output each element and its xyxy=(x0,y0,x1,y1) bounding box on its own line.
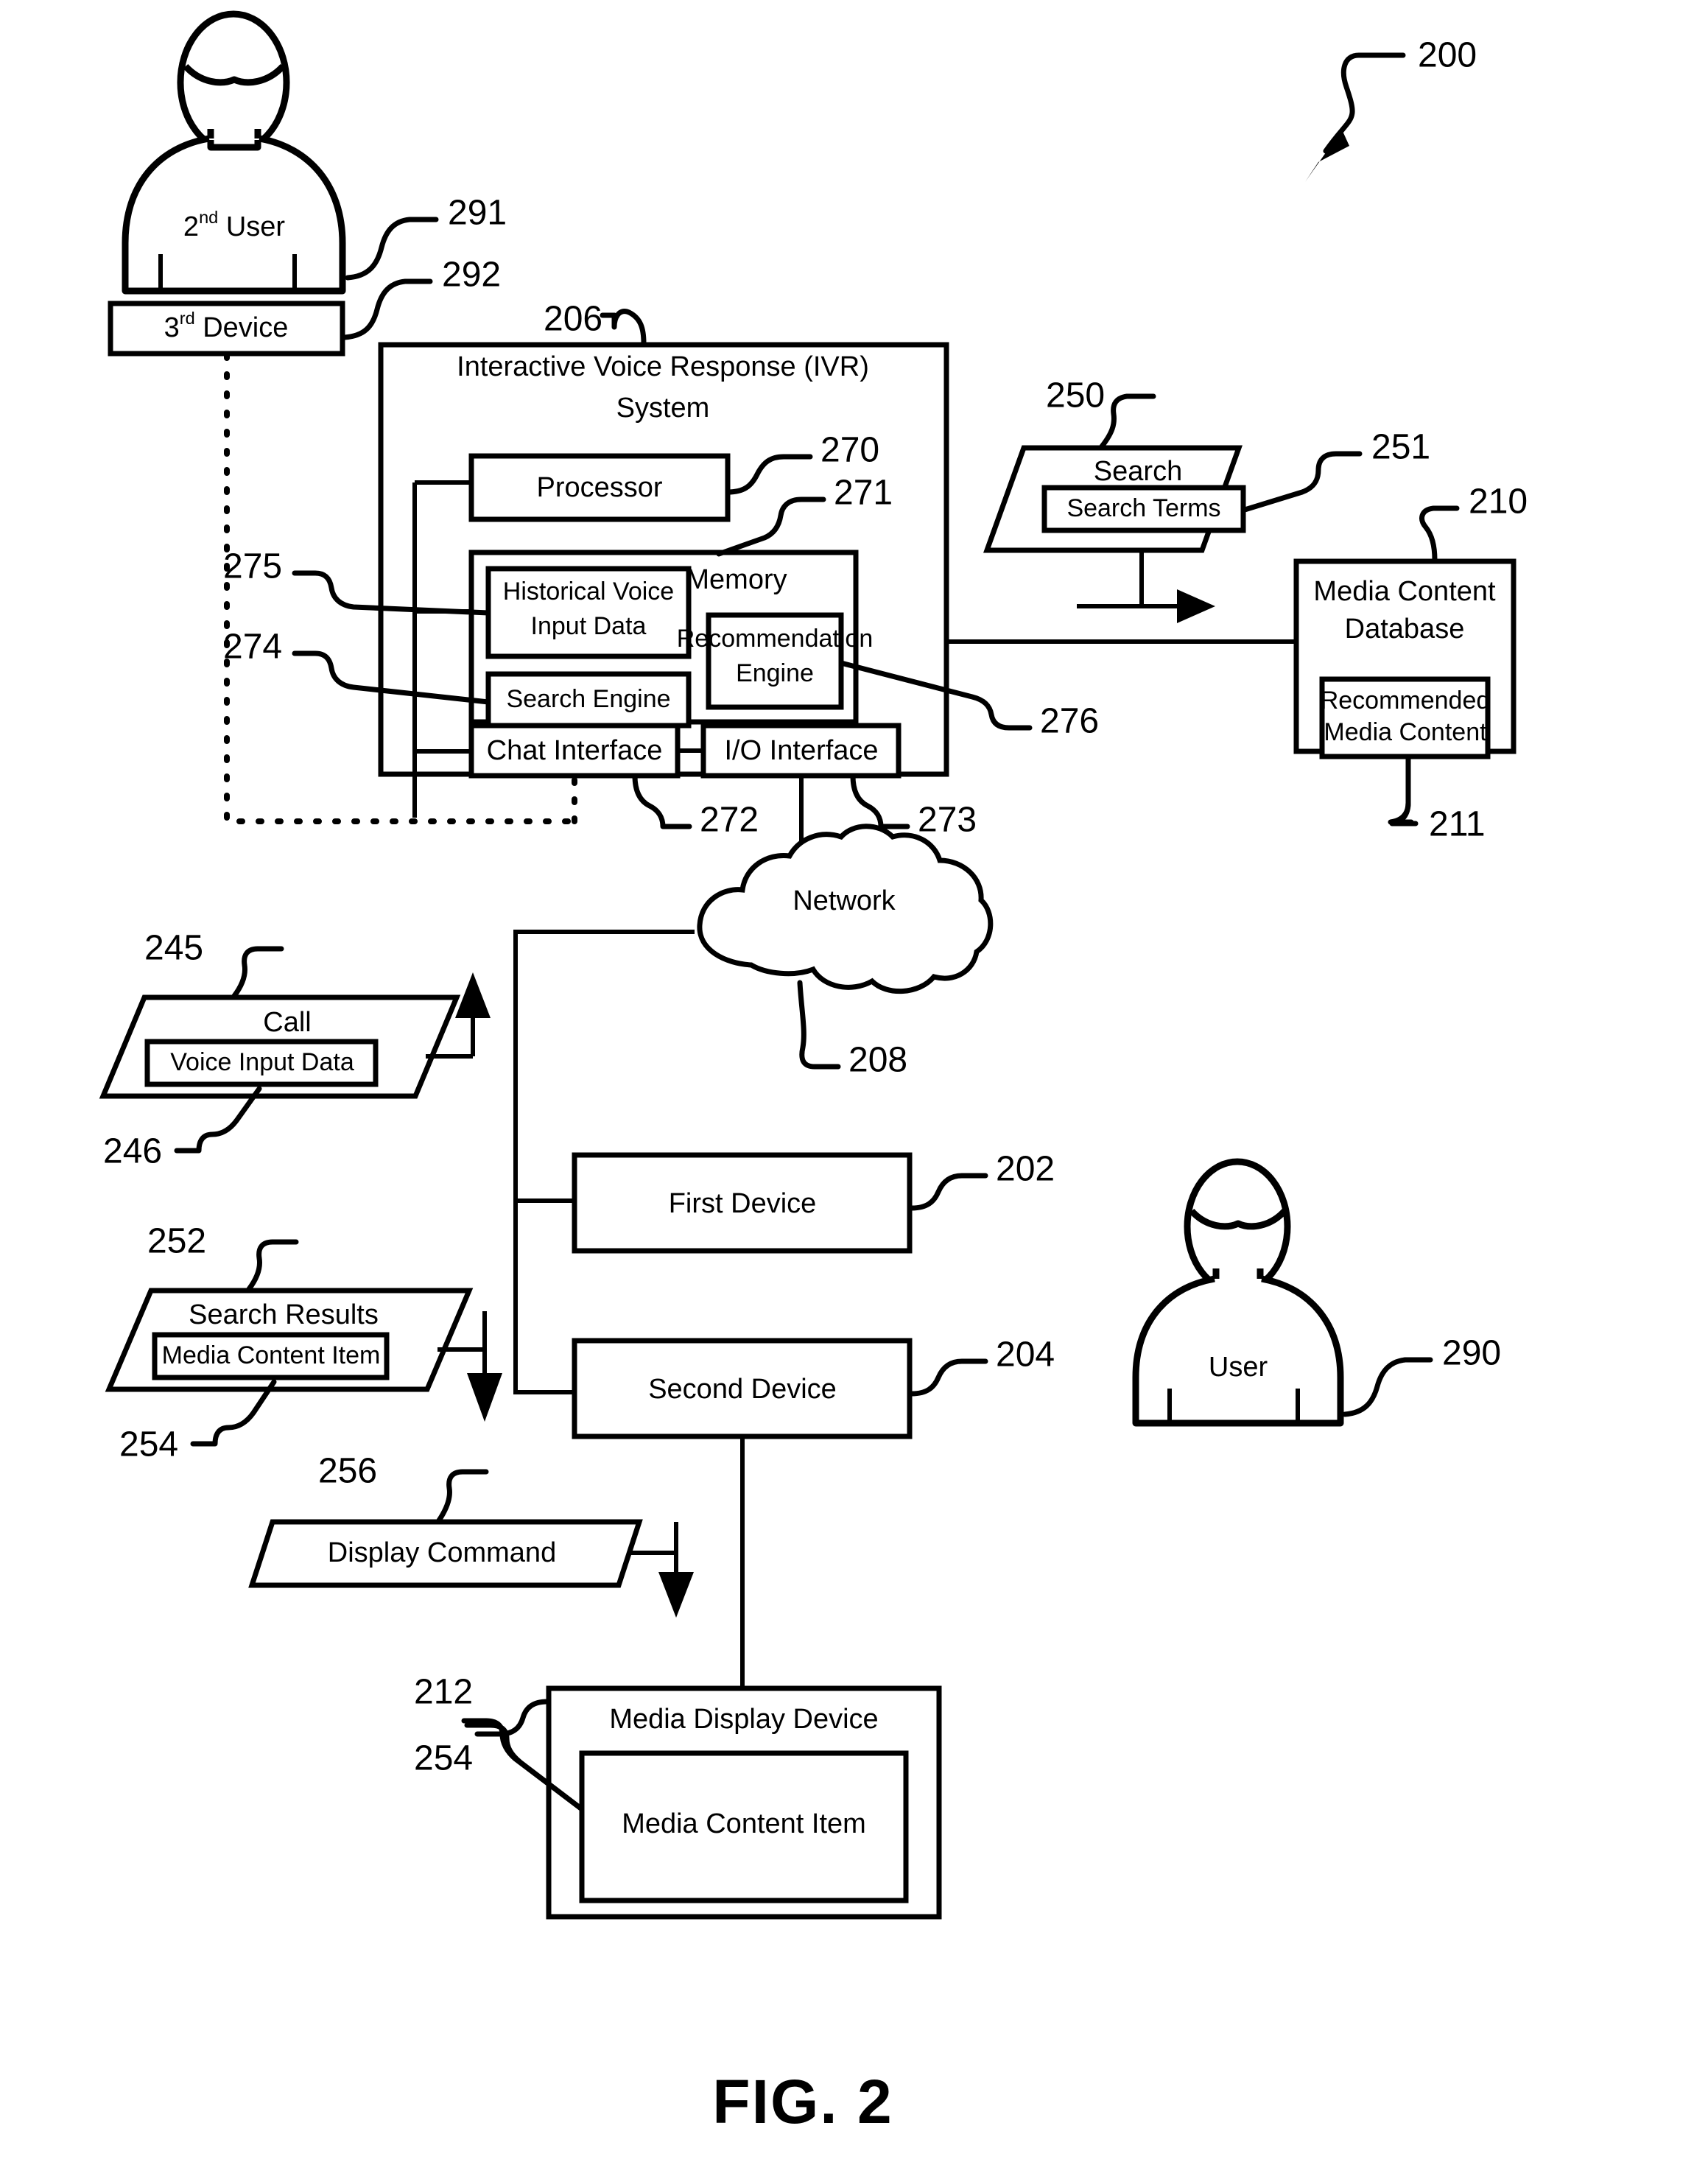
ivr-system-label-line1: Interactive Voice Response (IVR) xyxy=(457,351,869,382)
media-content-database-line2: Database xyxy=(1345,614,1465,645)
second-user-figure xyxy=(122,10,346,295)
ref-250: 250 xyxy=(1046,376,1105,415)
ref-290: 290 xyxy=(1442,1334,1501,1373)
processor-label: Processor xyxy=(536,472,662,503)
second-user-label: 2nd User xyxy=(183,208,285,242)
recommendation-engine-line1: Recommendation xyxy=(677,625,873,653)
ref-leader-202 xyxy=(909,1173,988,1211)
ref-246: 246 xyxy=(103,1132,162,1171)
ref-272: 272 xyxy=(700,801,759,840)
historical-voice-input-data-line2: Input Data xyxy=(531,612,647,640)
ref-271: 271 xyxy=(834,474,893,513)
ref-204: 204 xyxy=(996,1336,1055,1375)
ref-251: 251 xyxy=(1371,428,1430,467)
search-engine-label: Search Engine xyxy=(506,685,670,713)
ref-leader-245 xyxy=(231,946,284,999)
ref-200: 200 xyxy=(1418,36,1477,75)
ref-leader-212 xyxy=(474,1699,550,1737)
display-command-down-arrow xyxy=(628,1522,694,1618)
media-content-database-line1: Media Content xyxy=(1313,576,1496,607)
ref-leader-210 xyxy=(1419,505,1460,563)
first-device-label: First Device xyxy=(669,1188,817,1219)
memory-label: Memory xyxy=(686,564,787,595)
ref-206: 206 xyxy=(544,300,602,339)
ref-leader-290 xyxy=(1342,1357,1433,1417)
recommended-media-content-line1: Recommended xyxy=(1321,687,1491,715)
ref-274: 274 xyxy=(223,628,282,667)
ref-leader-211 xyxy=(1388,754,1419,826)
ref-256: 256 xyxy=(318,1452,377,1491)
ref-leader-252 xyxy=(246,1239,299,1292)
call-label: Call xyxy=(263,1007,311,1038)
ref-leader-292 xyxy=(342,278,433,340)
chat-interface-label: Chat Interface xyxy=(487,735,663,766)
user-figure xyxy=(1132,1158,1344,1427)
media-content-item-display-label: Media Content Item xyxy=(622,1808,866,1839)
ref-254-results: 254 xyxy=(119,1425,178,1464)
ref-211: 211 xyxy=(1429,805,1486,844)
ref-210: 210 xyxy=(1469,482,1528,522)
ref-leader-206 xyxy=(600,309,647,346)
ref-202: 202 xyxy=(996,1150,1055,1189)
ref-212: 212 xyxy=(414,1673,473,1712)
media-content-item-result-label: Media Content Item xyxy=(162,1341,381,1369)
ref-leader-251 xyxy=(1242,451,1363,513)
ref-leader-208 xyxy=(797,980,841,1070)
user-label: User xyxy=(1209,1352,1268,1383)
ref-leader-204 xyxy=(909,1358,988,1397)
ref-leader-272 xyxy=(632,773,692,829)
ref-208: 208 xyxy=(848,1041,907,1080)
voice-input-data-label: Voice Input Data xyxy=(170,1048,354,1076)
network-label: Network xyxy=(793,885,896,916)
ref-leader-250 xyxy=(1099,393,1156,449)
ref-292: 292 xyxy=(442,256,501,295)
ivr-system-label-line2: System xyxy=(616,393,710,424)
ref-276: 276 xyxy=(1040,702,1099,741)
recommendation-engine-line2: Engine xyxy=(736,659,814,687)
search-to-database-arrow xyxy=(1077,550,1215,623)
ref-245: 245 xyxy=(144,929,203,968)
ref-252: 252 xyxy=(147,1222,206,1261)
recommended-media-content-line2: Media Content xyxy=(1324,718,1487,746)
search-results-label: Search Results xyxy=(189,1299,379,1330)
historical-voice-input-data-line1: Historical Voice xyxy=(503,578,674,606)
search-label: Search xyxy=(1094,456,1182,487)
second-device-label: Second Device xyxy=(648,1374,837,1405)
ref-leader-273 xyxy=(850,773,910,829)
ref-275: 275 xyxy=(223,547,282,586)
patent-figure-page: 200 2nd User 291 3rd Device 292 Interact… xyxy=(0,0,1708,2176)
ref-leader-256 xyxy=(436,1469,489,1523)
io-interface-label: I/O Interface xyxy=(724,735,878,766)
ref-291: 291 xyxy=(448,194,507,233)
ref-273: 273 xyxy=(918,801,977,840)
ref-254-display: 254 xyxy=(414,1739,473,1778)
display-command-label: Display Command xyxy=(328,1537,556,1568)
media-display-device-label: Media Display Device xyxy=(609,1704,878,1735)
ref-leader-291 xyxy=(345,217,439,281)
ref-270: 270 xyxy=(820,431,879,470)
figure-canvas: 200 2nd User 291 3rd Device 292 Interact… xyxy=(99,10,1528,2136)
system-ref-leader xyxy=(1305,52,1406,182)
search-terms-label: Search Terms xyxy=(1066,494,1220,522)
figure-caption: FIG. 2 xyxy=(712,2067,893,2136)
